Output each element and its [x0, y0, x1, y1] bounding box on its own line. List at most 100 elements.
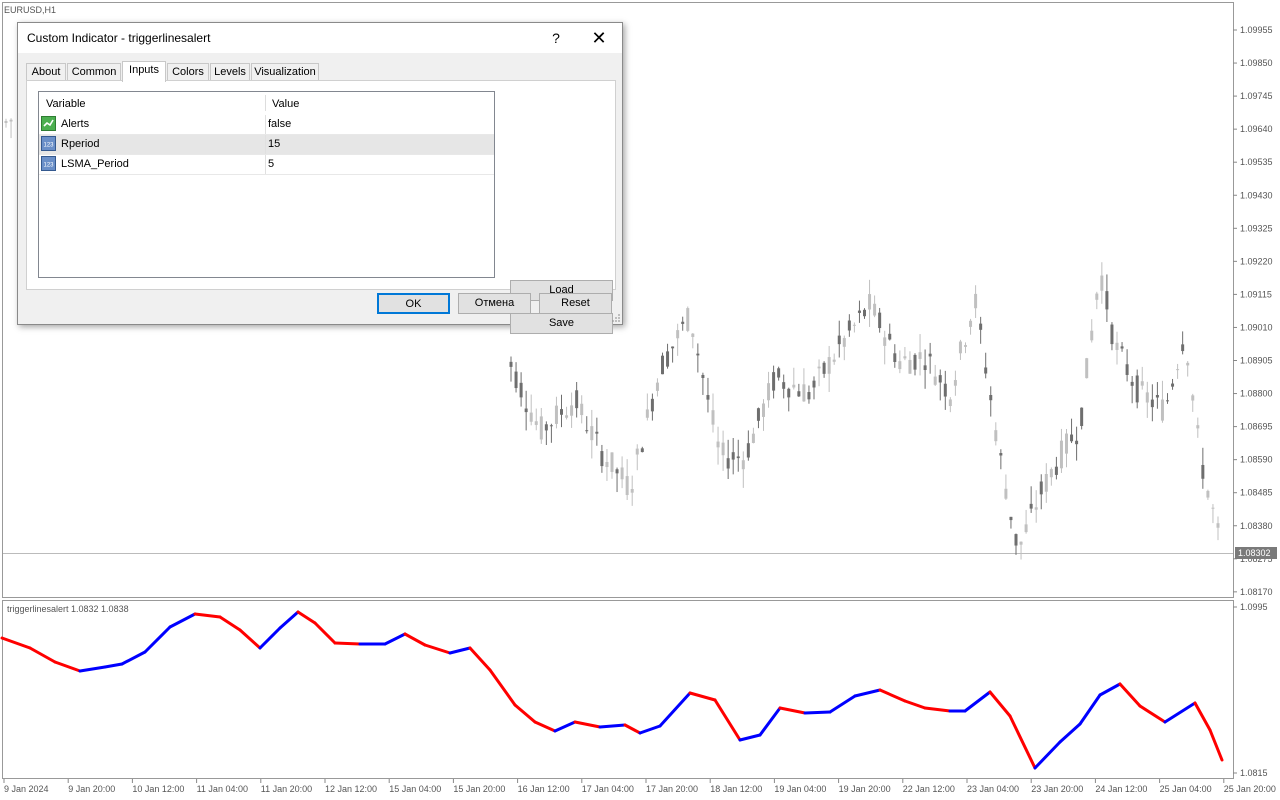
time-tick-label: 22 Jan 12:00	[903, 784, 955, 794]
tab-common[interactable]: Common	[67, 63, 121, 81]
candle-body	[565, 415, 569, 418]
candle-body	[974, 293, 978, 309]
candle-body	[943, 383, 947, 397]
input-row-lsma-period[interactable]: 123 LSMA_Period 5	[39, 155, 494, 175]
input-value[interactable]: 5	[268, 158, 274, 170]
current-price-tag: 1.08302	[1235, 547, 1277, 559]
time-tick-label: 15 Jan 04:00	[389, 784, 441, 794]
resize-grip-icon[interactable]	[611, 313, 621, 323]
tab-visualization[interactable]: Visualization	[251, 63, 319, 81]
candle-body	[534, 421, 538, 425]
candle-body	[590, 426, 594, 441]
toggle-icon	[41, 116, 56, 131]
candle-body	[852, 324, 856, 326]
candle-body	[948, 399, 952, 407]
price-tick-label: 1.09010	[1240, 322, 1273, 332]
candle-body	[1155, 395, 1159, 398]
candle-body	[807, 392, 811, 400]
price-tick-label: 1.09115	[1240, 289, 1272, 299]
candle-body	[711, 410, 715, 425]
candle-body	[913, 354, 917, 370]
candle-body	[1100, 275, 1104, 291]
candle-body	[868, 294, 872, 310]
cancel-button[interactable]: Отмена	[458, 293, 531, 314]
candle-body	[1009, 516, 1013, 521]
candle-body	[918, 352, 922, 359]
tab-about[interactable]: About	[26, 63, 66, 81]
save-button[interactable]: Save	[510, 313, 613, 334]
candle-body	[1171, 383, 1175, 387]
tab-levels[interactable]: Levels	[210, 63, 250, 81]
candle-body	[958, 341, 962, 354]
tab-colors[interactable]: Colors	[167, 63, 209, 81]
ok-button[interactable]: OK	[377, 293, 450, 314]
candle-body	[984, 367, 988, 374]
candle-body	[1054, 466, 1058, 475]
column-header-value[interactable]: Value	[272, 98, 299, 110]
candle-body	[4, 120, 8, 123]
time-tick-label: 12 Jan 12:00	[325, 784, 377, 794]
candle-body	[1095, 293, 1099, 300]
tab-inputs[interactable]: Inputs	[122, 61, 166, 82]
price-tick-label: 1.08590	[1240, 455, 1273, 465]
price-tick-label: 1.08800	[1240, 389, 1273, 399]
time-tick-label: 25 Jan 20:00	[1224, 784, 1276, 794]
candle-body	[615, 469, 619, 474]
close-icon[interactable]: ✕	[586, 26, 612, 50]
candle-body	[1125, 364, 1129, 375]
time-tick-label: 25 Jan 04:00	[1160, 784, 1212, 794]
indicator-tick-label: 1.0995	[1240, 602, 1268, 612]
candle-body	[655, 382, 659, 391]
candle-body	[1130, 381, 1134, 386]
candle-body	[756, 408, 760, 421]
time-tick-label: 16 Jan 12:00	[518, 784, 570, 794]
candle-body	[731, 452, 735, 460]
time-tick-label: 18 Jan 12:00	[710, 784, 762, 794]
candle-body	[706, 395, 710, 400]
candle-body	[1181, 344, 1185, 352]
candle-body	[1206, 490, 1210, 498]
reset-button[interactable]: Reset	[539, 293, 612, 314]
time-tick-label: 17 Jan 20:00	[646, 784, 698, 794]
candle-body	[1024, 524, 1028, 533]
candle-body	[888, 333, 892, 340]
time-tick-label: 11 Jan 04:00	[197, 784, 248, 794]
dialog-titlebar[interactable]: Custom Indicator - triggerlinesalert ? ✕	[18, 23, 622, 53]
candle-body	[549, 425, 553, 427]
input-row-rperiod[interactable]: 123 Rperiod 15	[39, 135, 494, 155]
input-value[interactable]: 15	[268, 138, 280, 150]
candle-body	[696, 353, 700, 356]
candle-body	[1140, 381, 1144, 386]
column-header-variable[interactable]: Variable	[46, 98, 86, 110]
svg-text:123: 123	[43, 143, 54, 149]
input-row-alerts[interactable]: Alerts false	[39, 115, 494, 135]
candle-body	[1034, 507, 1038, 510]
candle-body	[701, 374, 705, 378]
candle-body	[746, 443, 750, 458]
candle-body	[903, 356, 907, 359]
candle-body	[686, 308, 690, 331]
candle-body	[661, 355, 664, 375]
cell-divider	[265, 115, 266, 134]
svg-text:123: 123	[43, 163, 54, 169]
cell-divider	[265, 135, 266, 154]
candle-body	[802, 384, 806, 402]
candle-body	[832, 359, 836, 362]
candle-body	[691, 333, 695, 337]
inputs-panel: Variable Value Alerts false 123 Rperiod	[26, 80, 616, 334]
candle-body	[923, 365, 927, 371]
candle-body	[9, 119, 13, 122]
candle-body	[671, 346, 675, 349]
candle-body	[1166, 400, 1169, 402]
candle-body	[605, 461, 609, 468]
candle-body	[620, 467, 624, 480]
price-tick-label: 1.09640	[1240, 124, 1273, 134]
candle-body	[1070, 434, 1074, 442]
input-value[interactable]: false	[268, 118, 291, 130]
candle-body	[767, 383, 771, 401]
candle-body	[1145, 392, 1149, 403]
candle-body	[650, 398, 654, 412]
candle-body	[544, 424, 548, 431]
time-tick-label: 24 Jan 12:00	[1095, 784, 1147, 794]
help-button[interactable]: ?	[546, 28, 566, 48]
